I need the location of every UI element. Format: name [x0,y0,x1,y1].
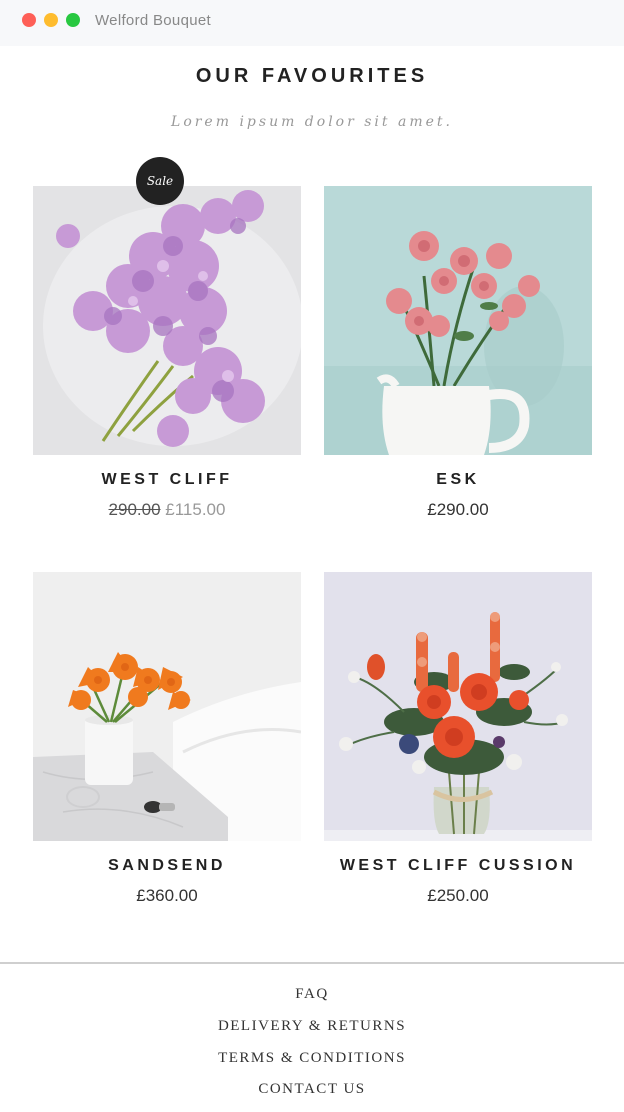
original-price: 290.00 [108,500,161,519]
footer-link-contact-us[interactable]: CONTACT US [0,1081,624,1098]
product-name-esk[interactable]: ESK [324,471,592,489]
product-image-west-cliff[interactable] [33,186,301,455]
footer-divider [0,962,624,964]
product-price-sandsend: £360.00 [136,886,198,905]
product-price-west-cliff-cussion: £250.00 [427,886,489,905]
window-title: Welford Bouquet [95,12,211,29]
sale-badge: Sale [136,157,184,205]
sale-price: £115.00 [165,500,226,519]
section-subtitle: Lorem ipsum dolor sit amet. [171,114,453,130]
section-title: OUR FAVOURITES [195,65,429,87]
product-name-west-cliff-cussion[interactable]: WEST CLIFF CUSSION [324,857,592,875]
product-name-west-cliff[interactable]: WEST CLIFF [33,471,301,489]
maximize-window-button[interactable] [66,13,80,27]
footer-link-delivery-returns[interactable]: DELIVERY & RETURNS [0,1018,624,1035]
product-price-west-cliff: 290.00 £115.00 [33,500,301,520]
product-image-west-cliff-cussion[interactable] [324,572,592,841]
close-window-button[interactable] [22,13,36,27]
footer-link-faq[interactable]: FAQ [0,986,624,1003]
minimize-window-button[interactable] [44,13,58,27]
product-name-sandsend[interactable]: SANDSEND [33,857,301,875]
product-price-esk: £290.00 [427,500,489,519]
window-titlebar: Welford Bouquet [0,0,624,46]
product-image-esk[interactable] [324,186,592,455]
footer-link-terms-conditions[interactable]: TERMS & CONDITIONS [0,1050,624,1067]
product-image-sandsend[interactable] [33,572,301,841]
